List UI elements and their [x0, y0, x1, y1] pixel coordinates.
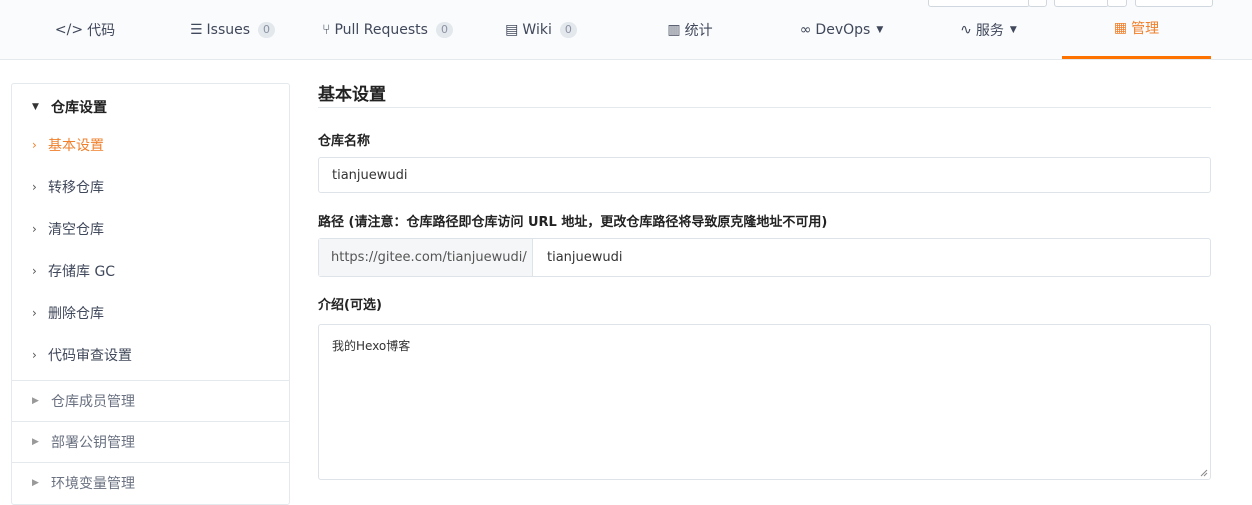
repo-name-label: 仓库名称 — [318, 134, 371, 149]
repo-name-value: tianjuewudi — [332, 167, 408, 183]
pull-request-icon: ⑂ — [322, 21, 331, 38]
sidebar-group-1[interactable]: ▶ 部署公钥管理 — [12, 422, 289, 462]
repo-intro-textarea[interactable]: 我的Hexo博客 — [318, 324, 1211, 480]
repo-path-field: https://gitee.com/tianjuewudi/ tianjuewu… — [318, 238, 1211, 277]
tab-label: Wiki — [522, 21, 552, 38]
sidebar-group-label: 部署公钥管理 — [51, 435, 135, 451]
tab-label: 统计 — [684, 22, 713, 39]
repo-path-prefix: https://gitee.com/tianjuewudi/ — [319, 239, 533, 276]
repo-name-input[interactable]: tianjuewudi — [318, 157, 1211, 193]
manage-icon: ▦ — [1113, 20, 1128, 36]
chevron-right-icon: › — [32, 138, 37, 152]
tab-4[interactable]: ▥ 统计 — [612, 0, 768, 59]
stats-icon: ▥ — [667, 21, 681, 38]
tab-label: 服务 — [975, 22, 1004, 39]
sidebar-item-label: 删除仓库 — [48, 306, 104, 322]
page-title: 基本设置 — [318, 85, 386, 105]
sidebar-item-4[interactable]: › 删除仓库 — [12, 298, 289, 328]
sidebar-item-label: 存储库 GC — [48, 264, 116, 280]
sidebar-item-label: 转移仓库 — [48, 180, 104, 196]
sidebar-item-5[interactable]: › 代码审查设置 — [12, 340, 289, 370]
title-divider — [318, 107, 1211, 108]
tab-3[interactable]: ▤ Wiki 0 — [470, 0, 612, 59]
caret-down-icon: ▼ — [876, 24, 884, 35]
sidebar-item-3[interactable]: › 存储库 GC — [12, 256, 289, 286]
tab-count-badge: 0 — [435, 21, 453, 38]
chevron-right-icon: › — [32, 180, 37, 194]
settings-sidebar: ▼ 仓库设置 › 基本设置 › 转移仓库 › 清空仓库 › 存储库 GC › 删除仓库 › 代码审查设… — [11, 83, 290, 505]
tab-label: Pull Requests — [334, 21, 428, 38]
devops-icon: ∞ — [799, 21, 812, 38]
tab-2[interactable]: ⑂ Pull Requests 0 — [305, 0, 470, 59]
sidebar-group-2[interactable]: ▶ 环境变量管理 — [12, 463, 289, 503]
caret-right-icon: ▶ — [32, 396, 39, 406]
tab-7[interactable]: ▦ 管理 — [1062, 0, 1211, 59]
tab-label: 代码 — [87, 22, 116, 39]
caret-down-icon: ▼ — [1009, 24, 1017, 35]
sidebar-section-label: 仓库设置 — [51, 100, 107, 116]
sidebar-item-label: 清空仓库 — [48, 222, 104, 238]
caret-down-icon: ▼ — [32, 102, 39, 112]
sidebar-section-repo-settings[interactable]: ▼ 仓库设置 — [12, 92, 289, 122]
sidebar-group-label: 环境变量管理 — [51, 476, 135, 492]
resize-handle-icon[interactable] — [1200, 469, 1208, 477]
repo-path-input[interactable]: tianjuewudi — [533, 239, 1210, 276]
chevron-right-icon: › — [32, 264, 37, 278]
tab-label: DevOps — [815, 21, 871, 38]
caret-right-icon: ▶ — [32, 437, 39, 447]
repo-intro-value: 我的Hexo博客 — [332, 339, 411, 353]
sidebar-item-label: 代码审查设置 — [48, 348, 132, 364]
chevron-right-icon: › — [32, 348, 37, 362]
sidebar-item-0[interactable]: › 基本设置 — [12, 130, 289, 160]
tab-count-badge: 0 — [559, 21, 577, 38]
sidebar-group-label: 仓库成员管理 — [51, 394, 135, 410]
issues-icon: ☰ — [189, 21, 203, 38]
sidebar-group-0[interactable]: ▶ 仓库成员管理 — [12, 381, 289, 421]
caret-right-icon: ▶ — [32, 478, 39, 488]
service-icon: ∿ — [960, 21, 972, 38]
tab-label: 管理 — [1131, 21, 1160, 37]
sidebar-item-2[interactable]: › 清空仓库 — [12, 214, 289, 244]
chevron-right-icon: › — [32, 222, 37, 236]
tab-count-badge: 0 — [258, 21, 276, 38]
chevron-right-icon: › — [32, 306, 37, 320]
tab-label: Issues — [206, 21, 251, 38]
sidebar-item-label: 基本设置 — [48, 138, 104, 154]
sidebar-item-1[interactable]: › 转移仓库 — [12, 172, 289, 202]
repo-tab-bar: </> 代码 ☰ Issues 0 ⑂ Pull Requests 0 ▤ Wiki 0 ▥ 统计 ∞ De… — [0, 0, 1252, 60]
tab-5[interactable]: ∞ DevOps ▼ — [768, 0, 915, 59]
repo-path-label: 路径 (请注意：仓库路径即仓库访问 URL 地址，更改仓库路径将导致原克隆地址不… — [318, 215, 828, 230]
wiki-icon: ▤ — [505, 21, 519, 38]
repo-intro-label: 介绍(可选) — [318, 298, 382, 313]
code-icon: </> — [54, 21, 84, 38]
tab-1[interactable]: ☰ Issues 0 — [150, 0, 315, 59]
tab-6[interactable]: ∿ 服务 ▼ — [915, 0, 1062, 59]
tab-0[interactable]: </> 代码 — [20, 0, 150, 59]
